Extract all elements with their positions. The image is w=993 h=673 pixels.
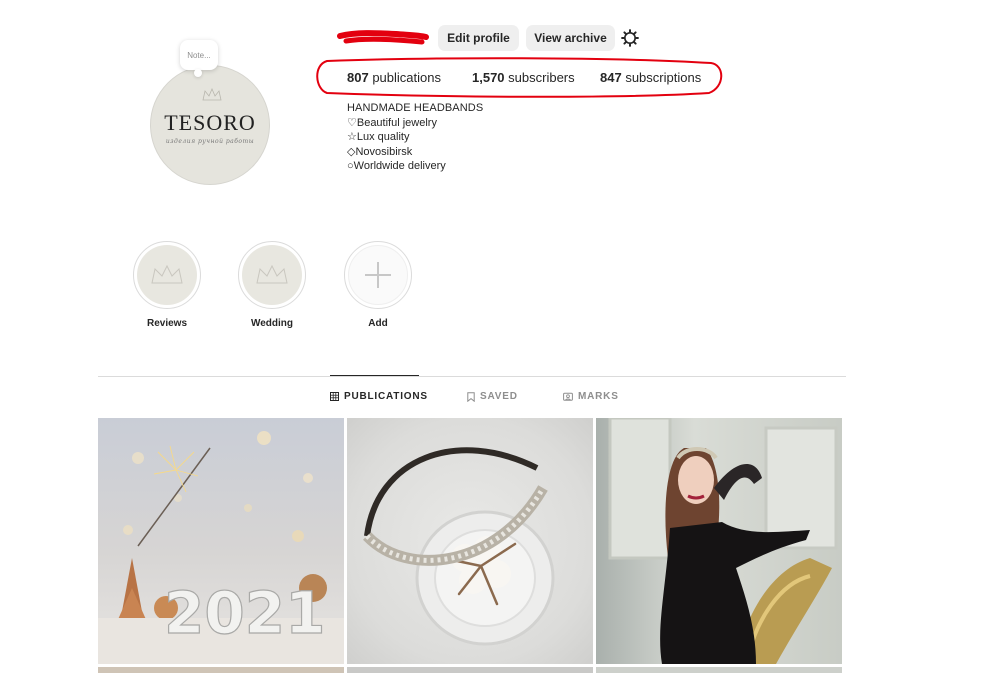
tag-icon: [563, 392, 573, 401]
subscribers-label: subscribers: [508, 70, 575, 85]
crown-icon: [202, 88, 222, 101]
bio-line: ♡Beautiful jewelry: [347, 116, 437, 129]
bio-line: ☆Lux quality: [347, 131, 410, 143]
profile-avatar[interactable]: TESORO изделия ручной работы: [150, 65, 270, 185]
tab-label: PUBLICATIONS: [344, 391, 428, 402]
highlight-cover: [348, 245, 408, 305]
stat-subscriptions[interactable]: 847 subscriptions: [600, 70, 701, 85]
bio-line: ○Worldwide delivery: [347, 160, 446, 172]
highlight-wedding[interactable]: Wedding: [237, 241, 307, 329]
publications-count: 807: [347, 70, 369, 85]
highlight-label: Reviews: [146, 318, 188, 329]
view-archive-button[interactable]: View archive: [526, 25, 615, 51]
tab-marks[interactable]: MARKS: [563, 391, 619, 402]
tab-label: SAVED: [480, 391, 518, 402]
tab-label: MARKS: [578, 391, 619, 402]
plus-icon: [365, 262, 391, 288]
crown-icon: [151, 264, 183, 284]
profile-bio: HANDMADE HEADBANDS ♡Beautiful jewelry ☆L…: [347, 101, 483, 174]
post-thumbnail[interactable]: [347, 418, 593, 664]
highlight-ring: [238, 241, 306, 309]
grid-icon: [330, 392, 339, 401]
post-thumbnail[interactable]: 2021: [98, 418, 344, 664]
tabs-divider: [98, 376, 846, 377]
edit-profile-button[interactable]: Edit profile: [438, 25, 519, 51]
bio-line: ◇Novosibirsk: [347, 145, 413, 158]
highlight-cover: [137, 245, 197, 305]
avatar[interactable]: TESORO изделия ручной работы: [150, 65, 270, 185]
highlight-label: Add: [368, 318, 388, 329]
highlight-reviews[interactable]: Reviews: [132, 241, 202, 329]
post-thumbnail-partial[interactable]: [596, 667, 842, 673]
stat-subscribers[interactable]: 1,570 subscribers: [472, 70, 575, 85]
post-image-sparkler-2021: 2021: [98, 431, 344, 664]
bookmark-icon: [467, 391, 475, 402]
subscriptions-label: subscriptions: [625, 70, 702, 85]
active-tab-indicator: [330, 375, 419, 376]
post-number-2021: 2021: [164, 579, 325, 647]
avatar-script-text: изделия ручной работы: [165, 137, 255, 145]
tab-saved[interactable]: SAVED: [467, 391, 518, 402]
post-thumbnail[interactable]: [596, 418, 842, 664]
post-image-headband-jar: [363, 447, 555, 646]
publications-label: publications: [372, 70, 441, 85]
highlight-ring: [133, 241, 201, 309]
post-thumbnail-partial[interactable]: [347, 667, 593, 673]
gear-icon[interactable]: [620, 28, 640, 48]
crown-icon: [256, 264, 288, 284]
post-thumbnail-partial[interactable]: [98, 667, 344, 673]
highlight-ring: [344, 241, 412, 309]
stat-publications: 807 publications: [347, 70, 441, 85]
username-redaction-scribble: [337, 30, 429, 45]
highlight-cover: [242, 245, 302, 305]
subscriptions-count: 847: [600, 70, 622, 85]
avatar-brand-text: TESORO: [164, 109, 256, 135]
post-image-model-headband: [608, 418, 838, 664]
highlight-add[interactable]: Add: [343, 241, 413, 329]
subscribers-count: 1,570: [472, 70, 505, 85]
tab-publications[interactable]: PUBLICATIONS: [330, 391, 428, 402]
note-bubble[interactable]: Note...: [180, 40, 218, 77]
highlight-label: Wedding: [250, 318, 294, 329]
bio-name: HANDMADE HEADBANDS: [347, 102, 484, 114]
